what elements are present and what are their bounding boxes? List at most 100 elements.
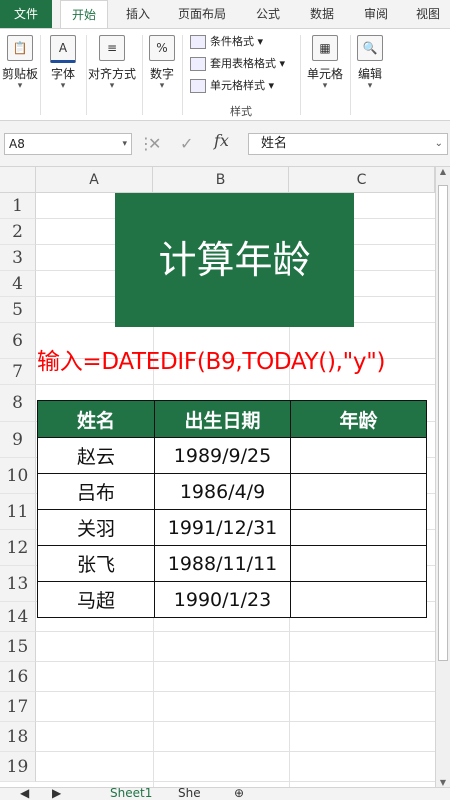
file-tab[interactable]: 文件 (0, 0, 52, 28)
divider (182, 35, 183, 115)
name-cell[interactable]: 吕布 (37, 473, 155, 510)
row-header[interactable]: 11 (0, 494, 36, 530)
row-header[interactable]: 9 (0, 422, 36, 458)
number-group[interactable]: % 数字 ▾ (144, 29, 180, 121)
cancel-icon[interactable]: ✕ (148, 133, 161, 155)
tab-page-layout[interactable]: 页面布局 (170, 0, 234, 28)
birthdate-cell[interactable]: 1988/11/11 (154, 545, 291, 582)
age-cell[interactable] (290, 437, 427, 474)
cells-group[interactable]: ▦ 单元格 ▾ (302, 29, 348, 121)
editing-group[interactable]: 🔍 编辑 ▾ (352, 29, 388, 121)
alignment-group[interactable]: ≡ 对齐方式 ▾ (86, 29, 138, 121)
name-cell[interactable]: 马超 (37, 581, 155, 618)
paste-icon: 📋 (7, 35, 33, 61)
scroll-thumb[interactable] (438, 185, 448, 661)
gridline (36, 631, 435, 632)
formula-bar: A8 ▾ ⋮ ✕ ✓ fx 姓名 ⌄ (0, 121, 450, 167)
row-header[interactable]: 2 (0, 219, 36, 245)
header-name[interactable]: 姓名 (37, 400, 155, 438)
row-header[interactable]: 5 (0, 297, 36, 323)
vertical-scrollbar[interactable]: ▲ ▼ (435, 167, 450, 787)
align-icon: ≡ (99, 35, 125, 61)
name-box[interactable]: A8 ▾ (4, 133, 132, 155)
cells-icon: ▦ (312, 35, 338, 61)
tab-insert[interactable]: 插入 (116, 0, 160, 28)
name-cell[interactable]: 张飞 (37, 545, 155, 582)
birthdate-cell[interactable]: 1991/12/31 (154, 509, 291, 546)
column-header-b[interactable]: B (153, 167, 289, 193)
header-birthdate[interactable]: 出生日期 (154, 400, 291, 438)
scroll-down-icon[interactable]: ▼ (436, 778, 450, 787)
row-header[interactable]: 15 (0, 632, 36, 662)
table-format-button[interactable]: 套用表格格式 ▾ (190, 55, 285, 73)
row-header[interactable]: 7 (0, 359, 36, 385)
tab-review[interactable]: 审阅 (356, 0, 396, 28)
row-header[interactable]: 6 (0, 323, 36, 359)
title-banner: 计算年龄 (115, 193, 354, 327)
sheet-tab-sheet2[interactable]: She (178, 788, 201, 800)
gridline (36, 384, 435, 385)
sheet-tab-sheet1[interactable]: Sheet1 (110, 788, 152, 800)
ribbon: 📋 剪贴板 ▾ A 字体 ▾ ≡ 对齐方式 ▾ % 数字 ▾ 条件格式 ▾ 套用… (0, 28, 450, 121)
tab-view[interactable]: 视图 (408, 0, 448, 28)
row-header[interactable]: 13 (0, 566, 36, 602)
insert-function-icon[interactable]: fx (214, 131, 229, 150)
percent-icon: % (149, 35, 175, 61)
formula-input[interactable]: 姓名 ⌄ (248, 133, 448, 155)
column-header-c[interactable]: C (289, 167, 435, 193)
divider (300, 35, 301, 115)
chevron-down-icon: ▾ (159, 81, 165, 91)
prev-sheet-icon[interactable]: ◀ (20, 788, 29, 800)
table-row: 关羽 1991/12/31 (37, 509, 427, 546)
chevron-down-icon: ▾ (367, 81, 373, 91)
tab-home[interactable]: 开始 (60, 0, 108, 28)
chevron-down-icon[interactable]: ▾ (122, 134, 127, 154)
age-cell[interactable] (290, 509, 427, 546)
age-cell[interactable] (290, 581, 427, 618)
cell-style-button[interactable]: 单元格样式 ▾ (190, 77, 274, 95)
chevron-down-icon: ▾ (109, 81, 115, 91)
column-header-a[interactable]: A (36, 167, 153, 193)
font-group[interactable]: A 字体 ▾ (42, 29, 84, 121)
add-sheet-icon[interactable]: ⊕ (234, 788, 244, 800)
birthdate-cell[interactable]: 1990/1/23 (154, 581, 291, 618)
row-header[interactable]: 16 (0, 662, 36, 692)
row-header[interactable]: 3 (0, 245, 36, 271)
select-all-corner[interactable] (0, 167, 36, 193)
row-header[interactable]: 1 (0, 193, 36, 219)
scroll-up-icon[interactable]: ▲ (436, 167, 450, 176)
gridline (36, 781, 435, 782)
header-age[interactable]: 年龄 (290, 400, 427, 438)
next-sheet-icon[interactable]: ▶ (52, 788, 61, 800)
gridline (36, 661, 435, 662)
age-cell[interactable] (290, 545, 427, 582)
table-row: 马超 1990/1/23 (37, 581, 427, 618)
row-header[interactable]: 10 (0, 458, 36, 494)
birthdate-cell[interactable]: 1989/9/25 (154, 437, 291, 474)
conditional-format-button[interactable]: 条件格式 ▾ (190, 33, 263, 51)
row-header[interactable]: 8 (0, 385, 36, 422)
gridline (36, 691, 435, 692)
row-header[interactable]: 4 (0, 271, 36, 297)
row-header[interactable]: 14 (0, 602, 36, 632)
chevron-down-icon[interactable]: ⌄ (435, 134, 443, 154)
chevron-down-icon: ▾ (322, 81, 328, 91)
name-cell[interactable]: 关羽 (37, 509, 155, 546)
tab-data[interactable]: 数据 (302, 0, 342, 28)
enter-icon[interactable]: ✓ (180, 133, 193, 155)
alignment-label: 对齐方式 (87, 67, 136, 81)
row-header[interactable]: 18 (0, 722, 36, 752)
sheet-tab-bar: ◀ ▶ Sheet1 She ⊕ (0, 787, 450, 800)
row-header[interactable]: 12 (0, 530, 36, 566)
age-cell[interactable] (290, 473, 427, 510)
name-cell[interactable]: 赵云 (37, 437, 155, 474)
row-header[interactable]: 17 (0, 692, 36, 722)
birthdate-cell[interactable]: 1986/4/9 (154, 473, 291, 510)
editing-label: 编辑 (357, 67, 382, 81)
clipboard-label: 剪贴板 (1, 67, 38, 81)
worksheet-grid[interactable]: A B C 1 2 3 4 5 6 7 8 9 10 11 12 13 14 15 16 17 18 19 计算年龄… (0, 167, 435, 787)
clipboard-group[interactable]: 📋 剪贴板 ▾ (0, 29, 40, 121)
row-header[interactable]: 19 (0, 752, 36, 782)
gridline (36, 721, 435, 722)
tab-formulas[interactable]: 公式 (248, 0, 288, 28)
